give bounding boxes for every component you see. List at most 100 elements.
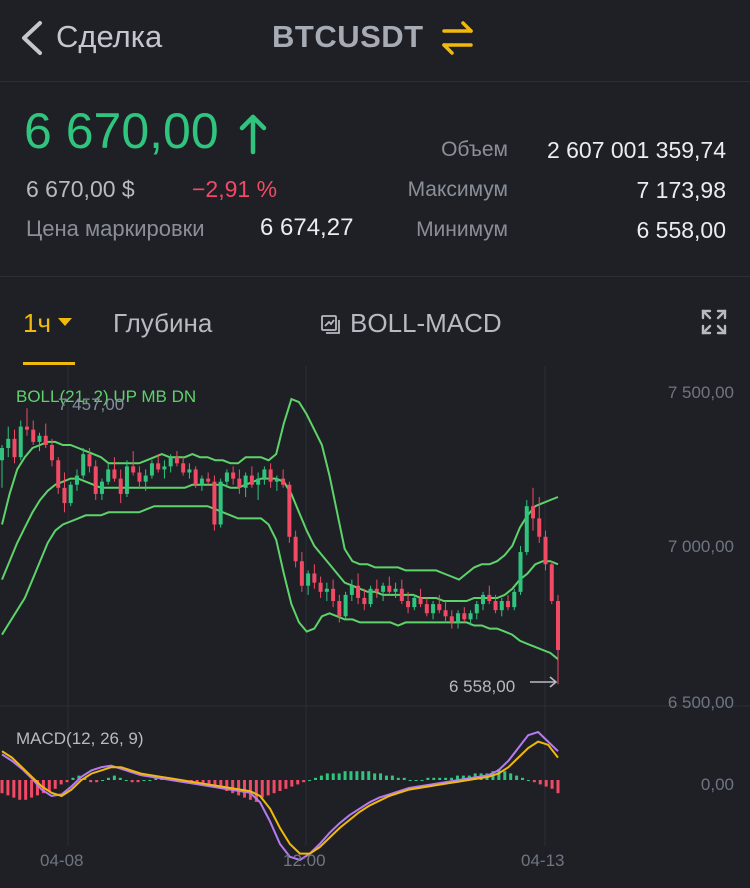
candle-body (337, 601, 342, 617)
macd-histogram-bar (71, 777, 75, 780)
candle-body (449, 616, 454, 623)
candle-body (399, 588, 404, 602)
candle-body (287, 484, 292, 537)
macd-histogram-bar (308, 780, 312, 781)
candle-body (487, 594, 492, 602)
candle-body (506, 601, 511, 608)
macd-histogram-bar (521, 777, 525, 780)
macd-histogram-bar (438, 777, 442, 780)
low-price-marker: 6 558,00 (449, 677, 515, 696)
candle-body (106, 469, 111, 482)
candle-body (424, 604, 429, 614)
macd-histogram-bar (550, 780, 554, 789)
tab-interval[interactable]: 1ч (23, 308, 51, 339)
candle-body (518, 552, 523, 592)
macd-histogram-bar (402, 777, 406, 780)
candle-body (281, 478, 286, 485)
macd-legend: MACD(12, 26, 9) (16, 729, 144, 748)
divider (0, 81, 750, 82)
candle-body (462, 613, 467, 620)
candlestick-chart[interactable]: BOLL(21, 2) UP MB DN 7 457,00 MACD(12, 2… (0, 366, 750, 878)
macd-histogram-bar (47, 780, 51, 791)
macd-histogram-bar (272, 780, 276, 794)
macd-histogram-bar (556, 780, 560, 794)
back-chevron-icon[interactable] (14, 18, 54, 58)
macd-histogram-bar (414, 780, 418, 781)
macd-histogram-bar (526, 780, 530, 781)
caret-down-icon[interactable] (58, 317, 72, 327)
macd-histogram-bar (12, 780, 16, 798)
candle-body (431, 604, 436, 614)
divider (0, 276, 750, 277)
candle-body (124, 466, 129, 494)
candle-body (131, 466, 136, 473)
macd-histogram-bar (515, 775, 519, 780)
candle-body (456, 613, 461, 623)
candle-body (112, 469, 117, 479)
candle-body (187, 469, 192, 473)
macd-histogram-bar (426, 777, 430, 780)
tab-indicator[interactable]: BOLL-MACD (350, 308, 502, 339)
candle-body (437, 604, 442, 611)
candle-body (356, 585, 361, 598)
macd-histogram-bar (124, 780, 128, 781)
tab-depth[interactable]: Глубина (113, 308, 212, 339)
candle-body (262, 469, 267, 479)
indicator-chart-icon[interactable] (320, 314, 342, 334)
candle-body (499, 601, 504, 611)
candle-body (349, 585, 354, 595)
candle-body (393, 588, 398, 592)
candle-body (87, 454, 92, 467)
macd-histogram-bar (243, 780, 247, 798)
candle-body (318, 582, 323, 592)
candle-body (118, 478, 123, 494)
candle-body (43, 435, 48, 445)
candle-body (49, 444, 54, 461)
candle-body (312, 573, 317, 583)
candle-body (368, 588, 373, 605)
candle-body (199, 478, 204, 485)
candle-body (6, 438, 11, 449)
candle-body (556, 601, 560, 650)
candle-body (237, 478, 242, 488)
candle-body (231, 472, 236, 479)
last-price: 6 670,00 (24, 103, 219, 159)
macd-histogram-bar (390, 775, 394, 780)
candle-body (412, 597, 417, 608)
high-value: 7 173,98 (636, 177, 726, 203)
macd-histogram-bar (349, 771, 353, 780)
candle-body (193, 469, 198, 485)
candle-body (324, 588, 329, 592)
macd-histogram-bar (112, 775, 116, 780)
macd-histogram-bar (89, 780, 93, 783)
macd-histogram-bar (331, 773, 335, 780)
volume-value: 2 607 001 359,74 (546, 137, 726, 163)
macd-histogram-bar (361, 771, 365, 780)
mark-price-value: 6 674,27 (260, 214, 354, 241)
price-tick-label: 6 500,00 (668, 693, 734, 712)
candle-body (93, 466, 98, 494)
macd-histogram-bar (6, 780, 10, 796)
candle-body (0, 448, 4, 461)
top-bar: Сделка BTCUSDT (0, 0, 750, 80)
macd-histogram-bar (384, 775, 388, 780)
pair-title[interactable]: BTCUSDT (272, 19, 424, 55)
candle-body (181, 463, 186, 473)
macd-histogram-bar (30, 780, 34, 798)
macd-histogram-bar (396, 777, 400, 780)
candle-body (81, 454, 86, 476)
candle-body (143, 475, 148, 482)
macd-histogram-bar (59, 780, 63, 785)
candle-body (549, 564, 554, 602)
time-tick-label: 12:00 (283, 851, 326, 870)
back-label[interactable]: Сделка (56, 19, 162, 55)
fullscreen-icon[interactable] (700, 308, 728, 336)
candle-body (31, 429, 36, 442)
macd-histogram-bar (266, 780, 270, 796)
macd-histogram-bar (343, 771, 347, 780)
swap-arrows-icon[interactable] (438, 18, 478, 58)
macd-histogram-bar (509, 773, 513, 780)
macd-histogram-bar (53, 780, 57, 789)
macd-histogram-bar (118, 777, 122, 780)
macd-histogram-bar (65, 780, 69, 783)
